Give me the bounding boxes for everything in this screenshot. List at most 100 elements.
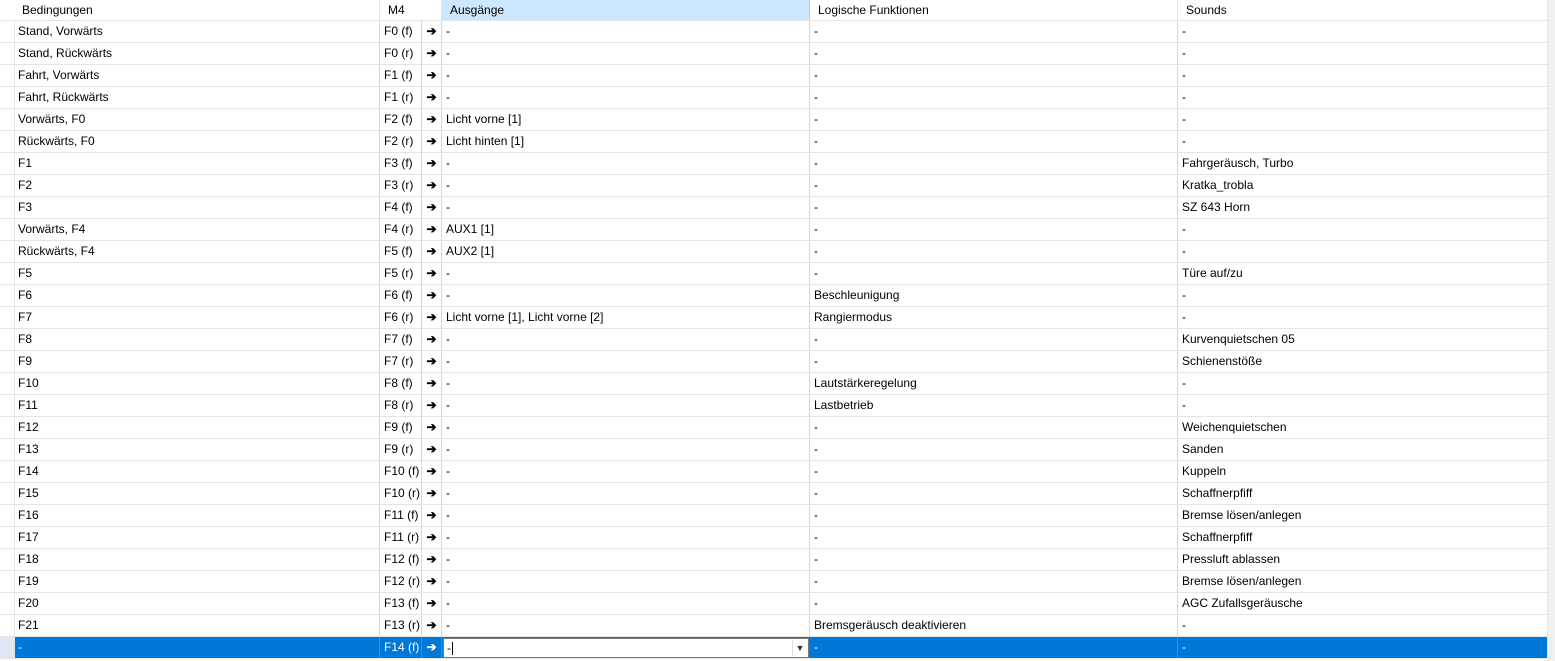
cell-m4[interactable]: F1 (f) — [380, 65, 422, 86]
cell-bedingungen[interactable]: Vorwärts, F0 — [14, 109, 380, 130]
cell-logische-funktionen[interactable]: - — [810, 241, 1178, 262]
cell-logische-funktionen[interactable]: Rangiermodus — [810, 307, 1178, 328]
cell-sounds[interactable]: - — [1178, 637, 1548, 658]
cell-m4[interactable]: F5 (r) — [380, 263, 422, 284]
table-row[interactable]: F15 F10 (r) ➔ - - Schaffnerpfiff — [0, 483, 1548, 505]
row-header[interactable] — [0, 241, 15, 262]
table-row[interactable]: F19 F12 (r) ➔ - - Bremse lösen/anlegen — [0, 571, 1548, 593]
cell-bedingungen[interactable]: F18 — [14, 549, 380, 570]
cell-ausgaenge[interactable]: Licht vorne [1] — [442, 109, 810, 130]
row-header[interactable] — [0, 373, 15, 394]
cell-bedingungen[interactable]: Fahrt, Vorwärts — [14, 65, 380, 86]
cell-bedingungen[interactable]: Rückwärts, F4 — [14, 241, 380, 262]
table-row[interactable]: F10 F8 (f) ➔ - Lautstärkeregelung - — [0, 373, 1548, 395]
cell-bedingungen[interactable]: Rückwärts, F0 — [14, 131, 380, 152]
header-logische-funktionen[interactable]: Logische Funktionen — [810, 0, 1178, 20]
cell-ausgaenge[interactable]: - — [442, 153, 810, 174]
cell-ausgaenge[interactable]: - — [442, 285, 810, 306]
cell-bedingungen[interactable]: Stand, Vorwärts — [14, 21, 380, 42]
table-row[interactable]: Fahrt, Rückwärts F1 (r) ➔ - - - — [0, 87, 1548, 109]
row-header[interactable] — [0, 43, 15, 64]
cell-logische-funktionen[interactable]: - — [810, 109, 1178, 130]
cell-bedingungen[interactable]: F7 — [14, 307, 380, 328]
cell-sounds[interactable]: Weichenquietschen — [1178, 417, 1548, 438]
cell-ausgaenge[interactable]: - — [442, 395, 810, 416]
cell-ausgaenge[interactable]: - — [442, 65, 810, 86]
cell-logische-funktionen[interactable]: - — [810, 527, 1178, 548]
cell-bedingungen[interactable]: Fahrt, Rückwärts — [14, 87, 380, 108]
cell-sounds[interactable]: Fahrgeräusch, Turbo — [1178, 153, 1548, 174]
cell-sounds[interactable]: - — [1178, 65, 1548, 86]
cell-bedingungen[interactable]: Stand, Rückwärts — [14, 43, 380, 64]
cell-m4[interactable]: F0 (r) — [380, 43, 422, 64]
table-row[interactable]: F16 F11 (f) ➔ - - Bremse lösen/anlegen — [0, 505, 1548, 527]
cell-ausgaenge[interactable]: AUX1 [1] — [442, 219, 810, 240]
cell-logische-funktionen[interactable]: - — [810, 593, 1178, 614]
table-row[interactable]: F5 F5 (r) ➔ - - Türe auf/zu — [0, 263, 1548, 285]
header-bedingungen[interactable]: Bedingungen — [14, 0, 380, 20]
cell-ausgaenge[interactable]: - — [442, 43, 810, 64]
cell-ausgaenge[interactable]: - — [442, 351, 810, 372]
cell-m4[interactable]: F10 (f) — [380, 461, 422, 482]
cell-sounds[interactable]: Sanden — [1178, 439, 1548, 460]
cell-bedingungen[interactable]: F9 — [14, 351, 380, 372]
cell-logische-funktionen[interactable]: - — [810, 571, 1178, 592]
cell-ausgaenge[interactable]: - — [442, 175, 810, 196]
cell-ausgaenge[interactable]: - — [442, 527, 810, 548]
cell-sounds[interactable]: Kratka_trobla — [1178, 175, 1548, 196]
cell-logische-funktionen[interactable]: - — [810, 219, 1178, 240]
row-header[interactable] — [0, 21, 15, 42]
cell-sounds[interactable]: Kurvenquietschen 05 — [1178, 329, 1548, 350]
cell-bedingungen[interactable]: F8 — [14, 329, 380, 350]
cell-logische-funktionen[interactable]: - — [810, 197, 1178, 218]
cell-m4[interactable]: F0 (f) — [380, 21, 422, 42]
cell-sounds[interactable]: Bremse lösen/anlegen — [1178, 571, 1548, 592]
cell-ausgaenge[interactable]: Licht hinten [1] — [442, 131, 810, 152]
table-row[interactable]: F17 F11 (r) ➔ - - Schaffnerpfiff — [0, 527, 1548, 549]
cell-m4[interactable]: F6 (r) — [380, 307, 422, 328]
cell-m4[interactable]: F13 (f) — [380, 593, 422, 614]
row-header[interactable] — [0, 439, 15, 460]
table-row[interactable]: Rückwärts, F4 F5 (f) ➔ AUX2 [1] - - — [0, 241, 1548, 263]
cell-logische-funktionen[interactable]: - — [810, 439, 1178, 460]
cell-bedingungen[interactable]: F21 — [14, 615, 380, 636]
cell-sounds[interactable]: Kuppeln — [1178, 461, 1548, 482]
cell-m4[interactable]: F3 (r) — [380, 175, 422, 196]
cell-m4[interactable]: F13 (r) — [380, 615, 422, 636]
row-header[interactable] — [0, 505, 15, 526]
cell-ausgaenge[interactable]: - — [442, 373, 810, 394]
table-row[interactable]: Vorwärts, F0 F2 (f) ➔ Licht vorne [1] - - — [0, 109, 1548, 131]
cell-logische-funktionen[interactable]: Bremsgeräusch deaktivieren — [810, 615, 1178, 636]
cell-sounds[interactable]: - — [1178, 307, 1548, 328]
row-header[interactable] — [0, 307, 15, 328]
cell-ausgaenge[interactable]: - — [442, 329, 810, 350]
cell-bedingungen[interactable]: F15 — [14, 483, 380, 504]
cell-logische-funktionen[interactable]: - — [810, 505, 1178, 526]
cell-bedingungen[interactable]: F14 — [14, 461, 380, 482]
vertical-scrollbar[interactable] — [1547, 0, 1555, 661]
cell-logische-funktionen[interactable]: - — [810, 637, 1178, 658]
cell-sounds[interactable]: Schaffnerpfiff — [1178, 527, 1548, 548]
cell-m4[interactable]: F9 (r) — [380, 439, 422, 460]
cell-m4[interactable]: F4 (r) — [380, 219, 422, 240]
cell-sounds[interactable]: Schienenstöße — [1178, 351, 1548, 372]
cell-logische-funktionen[interactable]: - — [810, 417, 1178, 438]
cell-ausgaenge[interactable]: - — [442, 263, 810, 284]
cell-m4[interactable]: F2 (f) — [380, 109, 422, 130]
cell-ausgaenge[interactable]: - — [442, 197, 810, 218]
row-header[interactable] — [0, 483, 15, 504]
cell-sounds[interactable]: SZ 643 Horn — [1178, 197, 1548, 218]
cell-m4[interactable]: F11 (f) — [380, 505, 422, 526]
row-header[interactable] — [0, 153, 15, 174]
function-mapping-grid[interactable]: Bedingungen M4 Ausgänge Logische Funktio… — [0, 0, 1548, 659]
cell-m4[interactable]: F7 (f) — [380, 329, 422, 350]
table-row[interactable]: F3 F4 (f) ➔ - - SZ 643 Horn — [0, 197, 1548, 219]
row-header[interactable] — [0, 417, 15, 438]
cell-sounds[interactable]: - — [1178, 219, 1548, 240]
table-row[interactable]: F20 F13 (f) ➔ - - AGC Zufallsgeräusche — [0, 593, 1548, 615]
table-row[interactable]: F18 F12 (f) ➔ - - Pressluft ablassen — [0, 549, 1548, 571]
table-row[interactable]: Stand, Vorwärts F0 (f) ➔ - - - — [0, 21, 1548, 43]
cell-m4[interactable]: F8 (r) — [380, 395, 422, 416]
header-sounds[interactable]: Sounds — [1178, 0, 1548, 20]
cell-ausgaenge[interactable]: - — [442, 549, 810, 570]
